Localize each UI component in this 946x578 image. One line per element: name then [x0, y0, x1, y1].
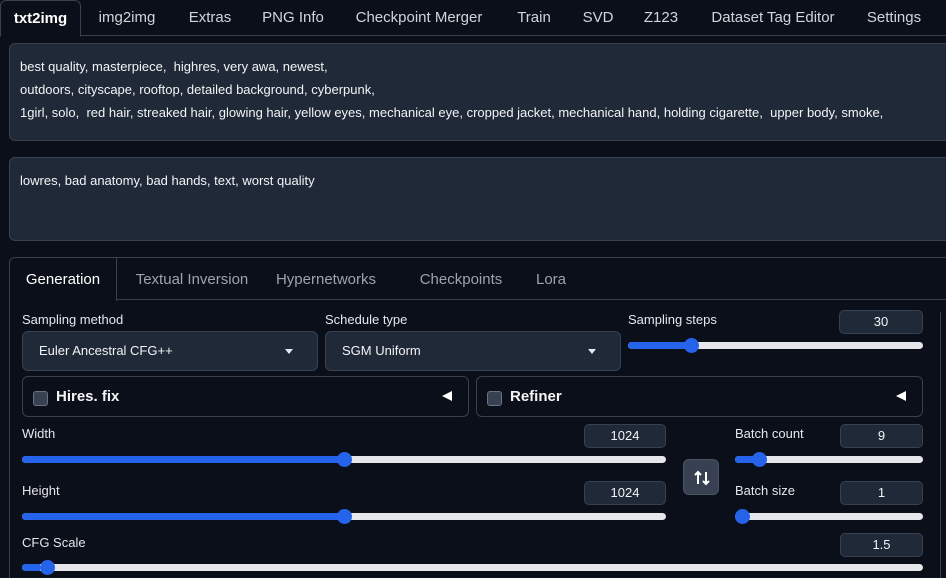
sampling-method-value: Euler Ancestral CFG++: [39, 343, 173, 358]
tab-generation[interactable]: Generation: [10, 258, 117, 301]
generation-panel: Generation Textual Inversion Hypernetwor…: [9, 257, 946, 578]
tab-png-info[interactable]: PNG Info: [252, 0, 334, 36]
tab-settings[interactable]: Settings: [856, 0, 932, 36]
chevron-down-icon: [588, 349, 596, 354]
triangle-left-icon: [442, 391, 452, 401]
height-slider[interactable]: [22, 508, 666, 524]
refiner-label: Refiner: [510, 388, 562, 405]
hires-fix-checkbox[interactable]: [33, 391, 48, 406]
sampling-steps-slider[interactable]: [628, 337, 923, 353]
negative-prompt-textarea[interactable]: lowres, bad anatomy, bad hands, text, wo…: [9, 157, 946, 241]
positive-prompt-textarea[interactable]: best quality, masterpiece, highres, very…: [9, 43, 946, 141]
tab-txt2img[interactable]: txt2img: [0, 0, 81, 37]
cfg-scale-label: CFG Scale: [22, 535, 86, 550]
refiner-accordion[interactable]: Refiner: [476, 376, 923, 417]
batch-count-input[interactable]: 9: [840, 424, 923, 448]
height-input[interactable]: 1024: [584, 481, 666, 505]
top-tab-bar: txt2img img2img Extras PNG Info Checkpoi…: [0, 0, 946, 37]
schedule-type-dropdown[interactable]: SGM Uniform: [325, 331, 621, 371]
batch-size-slider[interactable]: [735, 508, 923, 524]
cfg-scale-input[interactable]: 1.5: [840, 533, 923, 557]
tab-checkpoint-merger[interactable]: Checkpoint Merger: [344, 0, 494, 36]
sampling-method-label: Sampling method: [22, 312, 124, 327]
swap-vertical-icon: [694, 470, 710, 486]
hires-fix-accordion[interactable]: Hires. fix: [22, 376, 469, 417]
width-input[interactable]: 1024: [584, 424, 666, 448]
sub-tab-bar: Generation Textual Inversion Hypernetwor…: [10, 258, 946, 301]
hires-fix-label: Hires. fix: [56, 388, 120, 405]
tab-dataset-tag-editor[interactable]: Dataset Tag Editor: [700, 0, 846, 36]
tab-svd[interactable]: SVD: [573, 0, 623, 36]
sampling-steps-label: Sampling steps: [628, 312, 717, 327]
swap-dimensions-button[interactable]: [683, 459, 719, 495]
batch-size-label: Batch size: [735, 483, 795, 498]
schedule-type-label: Schedule type: [325, 312, 408, 327]
panel-divider: [940, 312, 941, 578]
width-label: Width: [22, 426, 56, 441]
batch-size-input[interactable]: 1: [840, 481, 923, 505]
triangle-left-icon: [896, 391, 906, 401]
tab-textual-inversion[interactable]: Textual Inversion: [122, 258, 262, 300]
tab-extras[interactable]: Extras: [176, 0, 244, 36]
cfg-scale-slider[interactable]: [22, 559, 923, 575]
width-slider[interactable]: [22, 451, 666, 467]
sampling-method-dropdown[interactable]: Euler Ancestral CFG++: [22, 331, 318, 371]
tab-lora[interactable]: Lora: [528, 258, 574, 300]
refiner-checkbox[interactable]: [487, 391, 502, 406]
tab-img2img[interactable]: img2img: [84, 0, 170, 36]
chevron-down-icon: [285, 349, 293, 354]
batch-count-slider[interactable]: [735, 451, 923, 467]
sampling-steps-input[interactable]: 30: [839, 310, 923, 334]
tab-checkpoints[interactable]: Checkpoints: [408, 258, 514, 300]
tab-hypernetworks[interactable]: Hypernetworks: [270, 258, 382, 300]
tab-z123[interactable]: Z123: [632, 0, 690, 36]
height-label: Height: [22, 483, 60, 498]
tab-train[interactable]: Train: [503, 0, 565, 36]
schedule-type-value: SGM Uniform: [342, 343, 421, 358]
batch-count-label: Batch count: [735, 426, 804, 441]
